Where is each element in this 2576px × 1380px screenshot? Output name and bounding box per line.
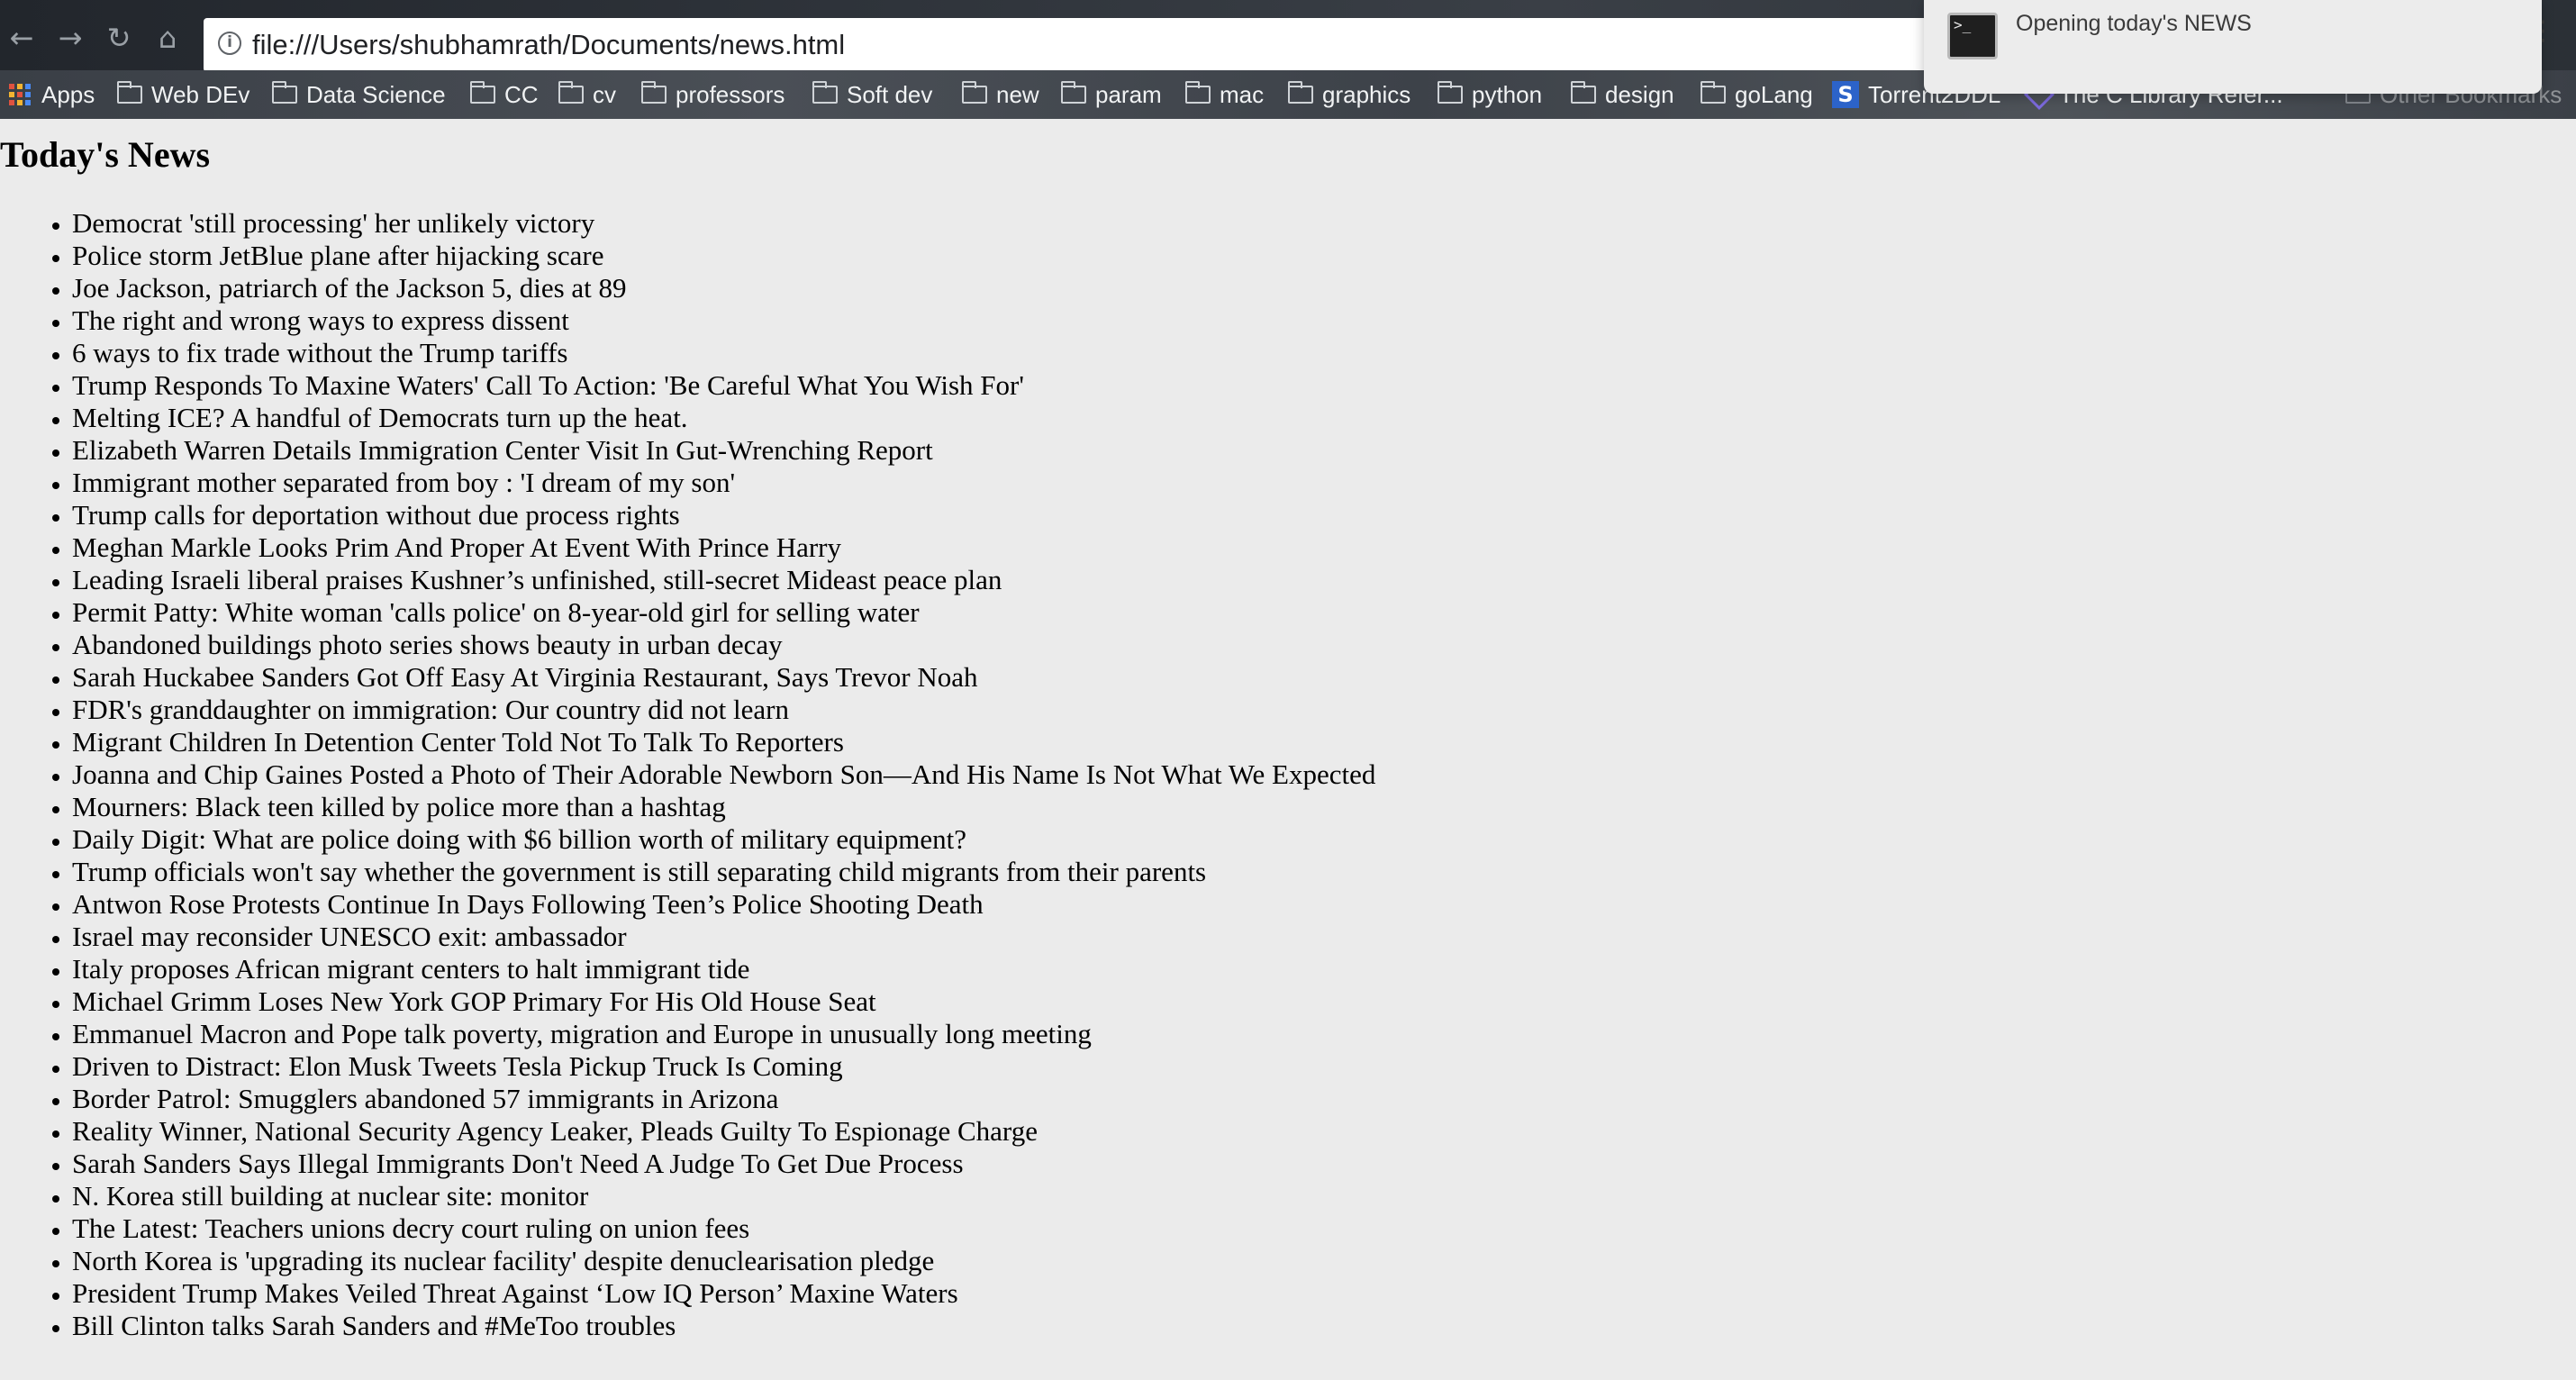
bookmark-soft-dev[interactable]: Soft dev	[812, 77, 932, 112]
headline-item: Elizabeth Warren Details Immigration Cen…	[72, 434, 1375, 467]
headline-item: Michael Grimm Loses New York GOP Primary…	[72, 985, 1375, 1018]
headline-item: Emmanuel Macron and Pope talk poverty, m…	[72, 1018, 1375, 1050]
bookmark-label: param	[1095, 80, 1162, 108]
apps-grid-icon	[9, 84, 31, 105]
folder-icon	[812, 81, 838, 104]
bookmark-label: mac	[1220, 80, 1265, 108]
headline-item: Sarah Sanders Says Illegal Immigrants Do…	[72, 1148, 1375, 1180]
folder-icon	[470, 81, 495, 104]
bookmark-design[interactable]: design	[1571, 77, 1674, 112]
headline-item: The Latest: Teachers unions decry court …	[72, 1212, 1375, 1245]
folder-icon	[1701, 81, 1726, 104]
forward-arrow-icon[interactable]: →	[52, 20, 88, 56]
bookmark-web-dev[interactable]: Web DEv	[117, 77, 249, 112]
bookmark-cc[interactable]: CC	[470, 77, 539, 112]
folder-icon	[641, 81, 667, 104]
back-arrow-icon[interactable]: ←	[4, 20, 40, 56]
headline-item: Permit Patty: White woman 'calls police'…	[72, 596, 1375, 629]
bookmark-cv[interactable]: cv	[558, 77, 616, 112]
headline-item: Immigrant mother separated from boy : 'I…	[72, 467, 1375, 499]
bookmark-golang[interactable]: goLang	[1701, 77, 1813, 112]
folder-icon	[962, 81, 987, 104]
headline-item: Daily Digit: What are police doing with …	[72, 823, 1375, 856]
address-bar[interactable]: i file:///Users/shubhamrath/Documents/ne…	[204, 18, 2032, 72]
bookmark-label: Soft dev	[847, 80, 933, 108]
reload-icon[interactable]: ↻	[101, 20, 137, 56]
headline-item: The right and wrong ways to express diss…	[72, 304, 1375, 337]
bookmark-label: CC	[504, 80, 539, 108]
folder-icon	[117, 81, 142, 104]
headline-list: Democrat 'still processing' her unlikely…	[0, 207, 1375, 1342]
bookmark-apps[interactable]: Apps	[9, 77, 95, 112]
bookmark-label: Web DEv	[151, 80, 250, 108]
headline-item: Trump calls for deportation without due …	[72, 499, 1375, 531]
folder-icon	[1061, 81, 1086, 104]
folder-icon	[272, 81, 297, 104]
bookmark-new[interactable]: new	[962, 77, 1039, 112]
headline-item: Trump officials won't say whether the go…	[72, 856, 1375, 888]
bookmark-label: goLang	[1735, 80, 1813, 108]
bookmark-mac[interactable]: mac	[1185, 77, 1264, 112]
headline-item: Migrant Children In Detention Center Tol…	[72, 726, 1375, 758]
home-icon[interactable]: ⌂	[150, 20, 186, 56]
bookmark-label: cv	[593, 80, 616, 108]
headline-item: Italy proposes African migrant centers t…	[72, 953, 1375, 985]
headline-item: President Trump Makes Veiled Threat Agai…	[72, 1277, 1375, 1310]
bookmark-python[interactable]: python	[1438, 77, 1542, 112]
bookmark-professors[interactable]: professors	[641, 77, 785, 112]
headline-item: Democrat 'still processing' her unlikely…	[72, 207, 1375, 240]
headline-item: Bill Clinton talks Sarah Sanders and #Me…	[72, 1310, 1375, 1342]
headline-item: Mourners: Black teen killed by police mo…	[72, 791, 1375, 823]
headline-item: Leading Israeli liberal praises Kushner’…	[72, 564, 1375, 596]
headline-item: FDR's granddaughter on immigration: Our …	[72, 694, 1375, 726]
headline-item: Abandoned buildings photo series shows b…	[72, 629, 1375, 661]
headline-item: Trump Responds To Maxine Waters' Call To…	[72, 369, 1375, 402]
headline-item: 6 ways to fix trade without the Trump ta…	[72, 337, 1375, 369]
bookmark-label: Apps	[41, 80, 95, 108]
folder-icon	[1438, 81, 1463, 104]
headline-item: Border Patrol: Smugglers abandoned 57 im…	[72, 1083, 1375, 1115]
bookmark-data-science[interactable]: Data Science	[272, 77, 446, 112]
bookmark-label: Data Science	[306, 80, 446, 108]
info-icon[interactable]: i	[218, 32, 241, 55]
terminal-icon: >_	[1947, 13, 1998, 59]
bookmark-param[interactable]: param	[1061, 77, 1162, 112]
headline-item: Police storm JetBlue plane after hijacki…	[72, 240, 1375, 272]
headline-item: Reality Winner, National Security Agency…	[72, 1115, 1375, 1148]
headline-item: Driven to Distract: Elon Musk Tweets Tes…	[72, 1050, 1375, 1083]
folder-icon	[1288, 81, 1313, 104]
notification-title: Opening today's NEWS	[2016, 11, 2252, 36]
folder-icon	[558, 81, 584, 104]
headline-item: Antwon Rose Protests Continue In Days Fo…	[72, 888, 1375, 921]
headline-item: North Korea is 'upgrading its nuclear fa…	[72, 1245, 1375, 1277]
bookmark-label: python	[1472, 80, 1543, 108]
bookmark-label: graphics	[1322, 80, 1411, 108]
headline-item: Sarah Huckabee Sanders Got Off Easy At V…	[72, 661, 1375, 694]
headline-item: Melting ICE? A handful of Democrats turn…	[72, 402, 1375, 434]
folder-icon	[1185, 81, 1211, 104]
notification-banner[interactable]: >_ Opening today's NEWS	[1924, 0, 2542, 94]
page-content: Today's News Democrat 'still processing'…	[0, 119, 2576, 1380]
headline-item: Meghan Markle Looks Prim And Proper At E…	[72, 531, 1375, 564]
s-site-icon: S	[1832, 81, 1859, 108]
bookmark-label: professors	[676, 80, 785, 108]
page-title: Today's News	[0, 134, 211, 175]
bookmark-label: new	[996, 80, 1039, 108]
bookmark-label: design	[1605, 80, 1674, 108]
headline-item: Joe Jackson, patriarch of the Jackson 5,…	[72, 272, 1375, 304]
headline-item: N. Korea still building at nuclear site:…	[72, 1180, 1375, 1212]
headline-item: Joanna and Chip Gaines Posted a Photo of…	[72, 758, 1375, 791]
folder-icon	[1571, 81, 1596, 104]
url-text[interactable]: file:///Users/shubhamrath/Documents/news…	[252, 29, 845, 61]
bookmark-graphics[interactable]: graphics	[1288, 77, 1410, 112]
headline-item: Israel may reconsider UNESCO exit: ambas…	[72, 921, 1375, 953]
